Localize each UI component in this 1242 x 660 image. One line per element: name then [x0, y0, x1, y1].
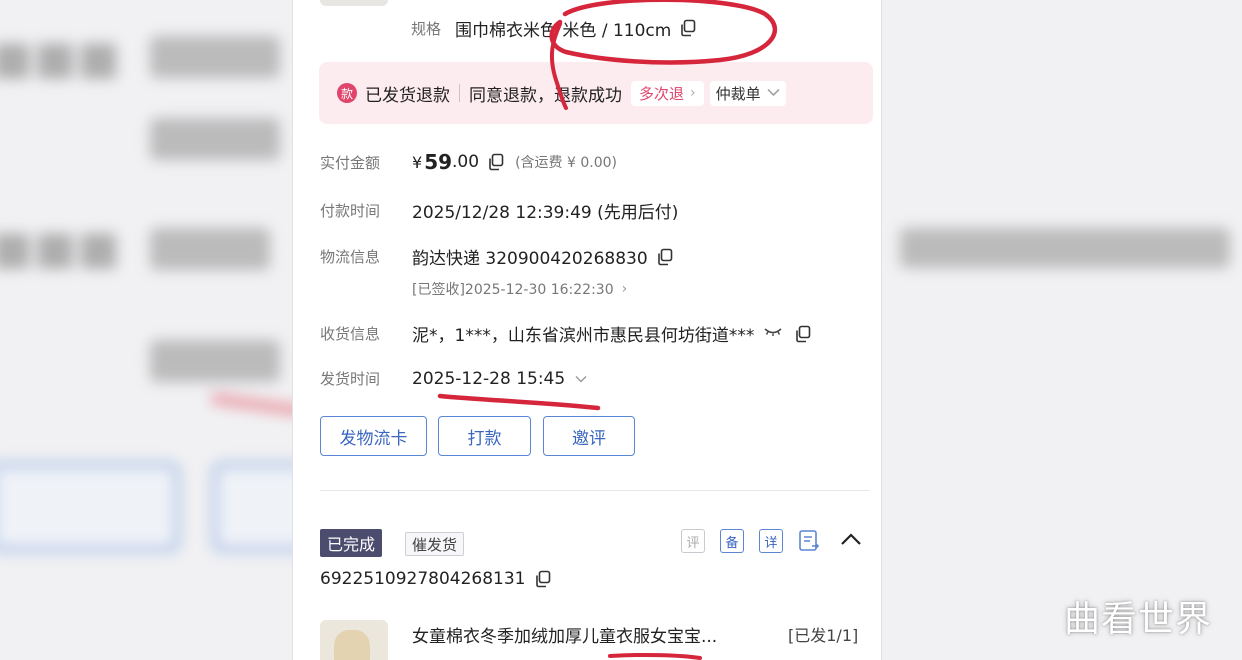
chevron-right-icon: ›	[621, 281, 628, 297]
bg-blur-text: ■■■	[0, 220, 121, 274]
logistics-row: 物流信息 韵达快递 320900420268830	[320, 244, 674, 269]
ship-time-row: 发货时间 2025-12-28 15:45	[320, 368, 587, 389]
copy-icon[interactable]	[487, 153, 505, 171]
watermark: 曲看世界	[1064, 599, 1213, 640]
currency-symbol: ¥	[412, 152, 423, 172]
bg-blur-block	[150, 340, 280, 382]
copy-icon[interactable]	[656, 248, 674, 266]
bg-blur-block	[150, 118, 280, 160]
chevron-right-icon: ›	[690, 85, 696, 101]
product-thumbnail[interactable]	[320, 0, 388, 6]
copy-icon[interactable]	[794, 325, 812, 343]
arbitration-label: 仲裁单	[715, 84, 761, 103]
status-badge: 已完成	[320, 529, 383, 557]
logistics-value: 韵达快递 320900420268830	[412, 249, 648, 269]
edit-doc-icon[interactable]	[798, 529, 822, 553]
spec-row: 规格 围巾棉衣米色 米色 / 110cm	[411, 14, 697, 42]
multi-refund-button[interactable]: 多次退 ›	[631, 80, 704, 106]
payment-amount-decimal: .00	[452, 152, 480, 172]
send-logistics-card-button[interactable]: 发物流卡	[320, 416, 427, 456]
refund-type: 已发货退款	[365, 85, 450, 106]
ship-time-label: 发货时间	[320, 370, 381, 388]
refund-status: 同意退款，退款成功	[469, 85, 622, 106]
product-thumbnail[interactable]	[320, 620, 388, 660]
pay-time-value: 2025/12/28 12:39:49 (先用后付)	[412, 203, 679, 223]
invite-review-button[interactable]: 邀评	[543, 416, 635, 456]
logistics-sub-status: [已签收]2025-12-30 16:22:30	[412, 282, 614, 298]
ship-time-value: 2025-12-28 15:45	[412, 368, 566, 389]
chevron-down-icon[interactable]	[575, 372, 587, 386]
bg-blur-block	[150, 36, 280, 78]
bg-blur-block	[150, 228, 270, 270]
payment-label: 实付金额	[320, 153, 381, 172]
refund-badge-icon: 款	[337, 83, 357, 103]
product-title[interactable]: 女童棉衣冬季加绒加厚儿童衣服女宝宝...	[412, 622, 717, 647]
copy-icon[interactable]	[534, 570, 552, 588]
payment-amount: 59	[424, 150, 453, 174]
review-icon[interactable]: 评	[681, 529, 705, 553]
logistics-tracking-link[interactable]: [已签收]2025-12-30 16:22:30 ›	[412, 279, 627, 299]
chevron-down-icon	[767, 86, 780, 101]
spec-value: 围巾棉衣米色 米色 / 110cm	[455, 20, 672, 41]
arbitration-dropdown[interactable]: 仲裁单	[709, 80, 786, 106]
pay-time-row: 付款时间 2025/12/28 12:39:49 (先用后付)	[320, 198, 678, 223]
urge-shipping-tag[interactable]: 催发货	[405, 532, 465, 556]
bg-blur-button	[0, 462, 180, 552]
bg-blur-block	[900, 228, 1230, 268]
payment-row: 实付金额 ¥ 59 .00 (含运费 ¥ 0.00)	[320, 150, 617, 174]
receiver-value: 泥*，1***，山东省滨州市惠民县何坊街道***	[412, 326, 755, 346]
note-icon[interactable]: 备	[720, 529, 744, 553]
divider	[459, 84, 460, 102]
shipped-count: [已发1/1]	[788, 626, 859, 645]
detail-icon[interactable]: 详	[759, 529, 783, 553]
pay-button[interactable]: 打款	[438, 416, 531, 456]
eye-closed-icon[interactable]	[764, 326, 782, 342]
bg-blur-text: ■■■	[0, 30, 121, 84]
section-divider	[320, 490, 869, 491]
order-id: 6922510927804268131	[320, 569, 526, 589]
order-id-row: 6922510927804268131	[320, 569, 552, 589]
refund-status-bar: 款 已发货退款 同意退款，退款成功 多次退 › 仲裁单	[319, 62, 873, 124]
logistics-label: 物流信息	[320, 248, 381, 266]
multi-refund-label: 多次退	[639, 84, 685, 103]
chevron-up-icon[interactable]	[837, 528, 865, 552]
order-detail-panel: 规格 围巾棉衣米色 米色 / 110cm 款 已发货退款 同意退款，退款成功 多…	[292, 0, 882, 660]
receiver-label: 收货信息	[320, 325, 381, 343]
shipping-fee-note: (含运费 ¥ 0.00)	[515, 155, 617, 171]
copy-icon[interactable]	[679, 19, 697, 37]
receiver-row: 收货信息 泥*，1***，山东省滨州市惠民县何坊街道***	[320, 321, 812, 346]
pay-time-label: 付款时间	[320, 202, 381, 220]
spec-label: 规格	[411, 19, 442, 38]
